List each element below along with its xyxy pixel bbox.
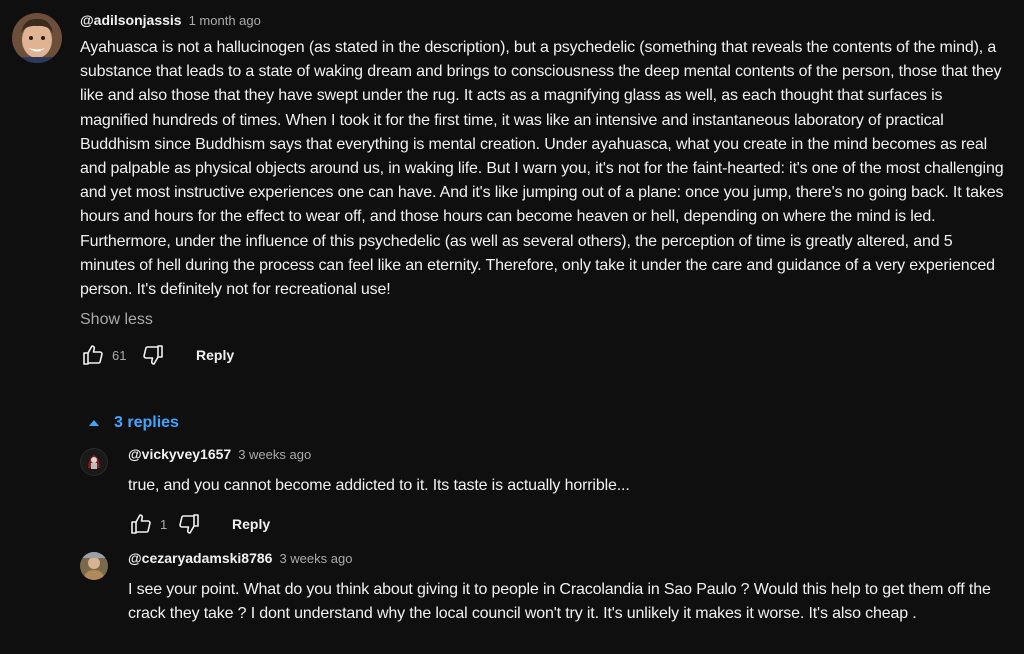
- like-button[interactable]: [128, 511, 154, 537]
- reply-header: @cezaryadamski8786 3 weeks ago: [128, 550, 1008, 574]
- comment-text: Ayahuasca is not a hallucinogen (as stat…: [80, 39, 1004, 299]
- reply-button[interactable]: Reply: [196, 347, 234, 363]
- like-count: 61: [112, 347, 127, 363]
- reply-actions: 1 Reply: [128, 508, 1008, 540]
- reply-text: true, and you cannot become addicted to …: [128, 477, 630, 494]
- dislike-button[interactable]: [176, 511, 202, 537]
- like-button[interactable]: [80, 342, 106, 368]
- reply-author[interactable]: @cezaryadamski8786: [128, 550, 272, 566]
- replies-count-label: 3 replies: [114, 414, 179, 431]
- reply-timestamp[interactable]: 3 weeks ago: [238, 447, 311, 462]
- comment-timestamp[interactable]: 1 month ago: [189, 13, 261, 28]
- thumbs-up-icon: [83, 345, 103, 366]
- reply-timestamp[interactable]: 3 weeks ago: [279, 551, 352, 566]
- thumbs-down-icon: [143, 345, 163, 366]
- replies-toggle[interactable]: 3 replies: [88, 414, 179, 432]
- comments-section: @adilsonjassis 1 month ago Ayahuasca is …: [0, 0, 1024, 654]
- avatar[interactable]: [80, 448, 108, 476]
- thumbs-up-icon: [131, 514, 151, 535]
- show-less-button[interactable]: Show less: [80, 311, 153, 329]
- reply-text: I see your point. What do you think abou…: [128, 581, 991, 623]
- avatar[interactable]: [80, 552, 108, 580]
- comment: @adilsonjassis 1 month ago Ayahuasca is …: [80, 12, 1010, 371]
- reply-button[interactable]: Reply: [232, 516, 270, 532]
- comment-header: @adilsonjassis 1 month ago: [80, 12, 1010, 36]
- chevron-up-icon: [89, 420, 99, 426]
- like-count: 1: [160, 516, 168, 532]
- reply-header: @vickyvey1657 3 weeks ago: [128, 446, 1008, 470]
- thumbs-down-icon: [179, 514, 199, 535]
- reply-body: @cezaryadamski8786 3 weeks ago I see you…: [128, 550, 1008, 626]
- avatar[interactable]: [12, 13, 62, 63]
- comment-author[interactable]: @adilsonjassis: [80, 12, 182, 28]
- dislike-button[interactable]: [140, 342, 166, 368]
- reply-author[interactable]: @vickyvey1657: [128, 446, 231, 462]
- comment-actions: 61 Reply: [80, 339, 1010, 371]
- reply-body: @vickyvey1657 3 weeks ago true, and you …: [128, 446, 1008, 540]
